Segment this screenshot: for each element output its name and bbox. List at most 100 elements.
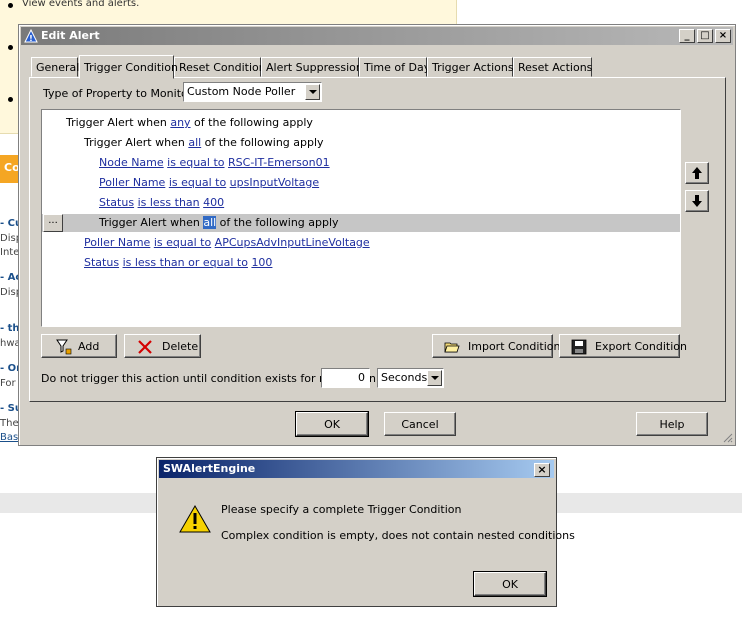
background-link[interactable]: Base (0, 432, 20, 443)
condition-link[interactable]: 100 (251, 256, 272, 269)
move-up-button[interactable] (685, 162, 709, 184)
condition-row[interactable]: Status is less than 400 (42, 194, 680, 212)
arrow-up-icon (692, 167, 702, 179)
close-button[interactable]: × (534, 463, 550, 477)
ok-button[interactable]: OK (473, 571, 547, 597)
background-text: Inter (0, 247, 20, 258)
row-options-button[interactable]: ... (43, 214, 63, 232)
resize-grip-icon[interactable] (721, 431, 733, 443)
tab-reset-actions[interactable]: Reset Actions (513, 57, 592, 77)
condition-selected-text[interactable]: all (203, 216, 217, 229)
tab-trigger-condition[interactable]: Trigger Condition (79, 55, 178, 79)
help-label: Help (659, 418, 685, 431)
message-line-2: Complex condition is empty, does not con… (221, 529, 575, 542)
delete-label: Delete (162, 340, 199, 353)
move-down-button[interactable] (685, 190, 709, 212)
condition-row[interactable]: Poller Name is equal to APCupsAdvInputLi… (42, 234, 680, 252)
tab-time-of-day[interactable]: Time of Day (359, 57, 430, 77)
delete-x-icon (138, 340, 152, 354)
tab-alert-suppression[interactable]: Alert Suppression (261, 57, 363, 77)
condition-link[interactable]: is equal to (167, 156, 224, 169)
condition-text: of the following apply (190, 116, 313, 129)
condition-link[interactable]: all (188, 136, 201, 149)
condition-row[interactable]: Trigger Alert when all of the following … (42, 134, 680, 152)
condition-link[interactable]: Node Name (99, 156, 164, 169)
condition-row[interactable]: Poller Name is equal to upsInputVoltage (42, 174, 680, 192)
condition-row[interactable]: Node Name is equal to RSC-IT-Emerson01 (42, 154, 680, 172)
background-text: hwa (0, 338, 20, 349)
condition-link[interactable]: is less than (138, 196, 200, 209)
ok-button[interactable]: OK (295, 411, 369, 437)
maximize-button[interactable]: □ (697, 29, 713, 43)
ok-label: OK (502, 578, 518, 591)
property-type-label: Type of Property to Monitor: (43, 87, 196, 100)
tab-general[interactable]: General (31, 57, 79, 77)
condition-link[interactable]: RSC-IT-Emerson01 (228, 156, 330, 169)
delay-value-input[interactable]: 0 (321, 368, 370, 388)
condition-link[interactable]: Poller Name (99, 176, 165, 189)
condition-row[interactable]: Trigger Alert when any of the following … (42, 114, 680, 132)
export-condition-button[interactable]: Export Condition (559, 334, 687, 358)
condition-link[interactable]: Status (99, 196, 134, 209)
property-type-value: Custom Node Poller (187, 85, 296, 98)
swalertengine-titlebar[interactable]: SWAlertEngine × (159, 460, 554, 478)
background-link[interactable]: - Cu (0, 218, 20, 229)
bullet (8, 97, 13, 102)
background-text: Disp (0, 287, 20, 298)
background-link[interactable]: - Ac (0, 272, 20, 283)
close-button[interactable]: × (715, 29, 731, 43)
background-link[interactable]: - Or (0, 363, 20, 374)
minimize-button[interactable]: _ (679, 29, 695, 43)
property-type-select[interactable]: Custom Node Poller (183, 82, 322, 102)
bullet-text: View events and alerts. (22, 0, 140, 9)
bullet (8, 3, 13, 8)
message-line-1: Please specify a complete Trigger Condit… (221, 503, 462, 516)
condition-link[interactable]: any (170, 116, 190, 129)
condition-link[interactable]: Status (84, 256, 119, 269)
bullet (8, 45, 13, 50)
edit-alert-dialog: ! Edit Alert _ □ × General Trigger Condi… (18, 24, 736, 446)
condition-text: Trigger Alert when (66, 116, 171, 129)
condition-link[interactable]: is equal to (169, 176, 226, 189)
condition-row[interactable]: Status is less than or equal to 100 (42, 254, 680, 272)
help-button[interactable]: Help (636, 412, 708, 436)
add-label: Add (78, 340, 100, 353)
background-text: For (0, 378, 16, 389)
condition-link[interactable]: Poller Name (84, 236, 150, 249)
condition-link[interactable]: APCupsAdvInputLineVoltage (215, 236, 370, 249)
edit-alert-title: Edit Alert (41, 29, 100, 42)
tab-reset-condition[interactable]: Reset Condition (174, 57, 266, 77)
import-condition-button[interactable]: Import Condition (432, 334, 561, 358)
condition-row[interactable]: ... Trigger Alert when all of the followi… (42, 214, 680, 232)
condition-link[interactable]: is less than or equal to (123, 256, 248, 269)
chevron-down-icon[interactable] (427, 370, 442, 386)
edit-alert-titlebar[interactable]: ! Edit Alert _ □ × (21, 27, 733, 45)
tab-trigger-actions[interactable]: Trigger Actions (427, 57, 514, 77)
swalertengine-title: SWAlertEngine (163, 462, 256, 475)
condition-tree[interactable]: Trigger Alert when any of the following … (41, 109, 681, 327)
background-link[interactable]: - th (0, 323, 20, 334)
delay-unit-select[interactable]: Seconds (377, 368, 444, 388)
add-button[interactable]: Add (41, 334, 117, 358)
condition-text: of the following apply (201, 136, 324, 149)
condition-text: Trigger Alert when (84, 136, 189, 149)
background-text: The (0, 418, 19, 429)
background-text: Disp (0, 233, 20, 244)
condition-link[interactable]: 400 (203, 196, 224, 209)
cancel-button[interactable]: Cancel (384, 412, 456, 436)
condition-link[interactable]: upsInputVoltage (230, 176, 319, 189)
condition-text: Trigger Alert when (99, 216, 204, 229)
warning-icon (179, 504, 211, 533)
condition-link[interactable]: is equal to (154, 236, 211, 249)
import-condition-label: Import Condition (468, 340, 561, 353)
condition-text: of the following apply (216, 216, 339, 229)
background-link[interactable]: - Su (0, 403, 20, 414)
delete-button[interactable]: Delete (124, 334, 201, 358)
background-orange-tab[interactable]: Co (0, 155, 20, 183)
arrow-down-icon (692, 195, 702, 207)
chevron-down-icon[interactable] (305, 84, 320, 100)
swalertengine-dialog: SWAlertEngine × Please specify a complet… (156, 457, 575, 607)
alert-app-icon: ! (24, 29, 38, 43)
ok-label: OK (324, 418, 340, 431)
svg-text:!: ! (29, 34, 33, 43)
